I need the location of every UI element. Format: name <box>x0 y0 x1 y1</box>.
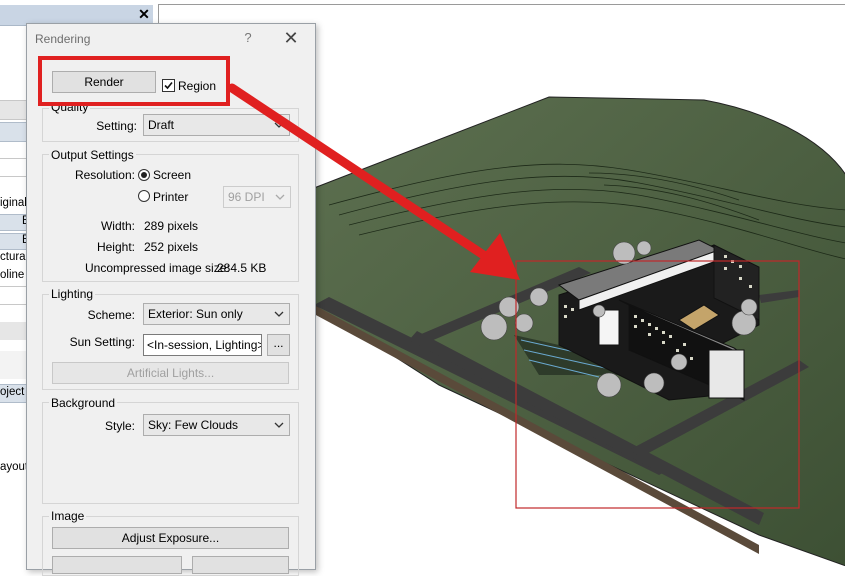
divider <box>0 176 28 177</box>
left-panel-text: ayout <box>0 461 29 473</box>
chevron-down-icon <box>274 422 284 428</box>
scheme-label: Scheme: <box>87 308 135 322</box>
background-style-value: Sky: Few Clouds <box>148 418 239 432</box>
project-tab-label: oject <box>0 386 25 398</box>
printer-label: Printer <box>153 190 189 204</box>
background-group-label: Background <box>49 396 118 410</box>
chevron-down-icon <box>274 122 284 128</box>
dialog-title: Rendering <box>35 32 91 46</box>
screen-label: Screen <box>153 168 192 182</box>
output-settings-group-label: Output Settings <box>49 148 136 162</box>
left-panel-close-icon[interactable]: ✕ <box>136 5 152 23</box>
background-style-select[interactable]: Sky: Few Clouds <box>143 414 290 436</box>
lighting-group-label: Lighting <box>49 287 96 301</box>
resolution-label: Resolution: <box>74 168 135 182</box>
left-panel-text: ctural <box>0 251 29 263</box>
height-label: Height: <box>96 240 135 254</box>
divider <box>0 304 28 305</box>
width-label: Width: <box>100 219 135 233</box>
left-panel-text: oline <box>0 269 25 281</box>
save-to-project-button[interactable] <box>52 556 182 574</box>
uncompressed-size-label: Uncompressed image size: <box>85 261 230 275</box>
style-label: Style: <box>104 419 135 433</box>
close-icon[interactable]: ✕ <box>281 28 301 48</box>
printer-radio[interactable] <box>138 190 150 202</box>
help-icon[interactable]: ? <box>241 30 255 45</box>
image-group-label: Image <box>49 509 87 523</box>
sun-setting-browse-button[interactable]: ... <box>267 334 290 356</box>
left-panel-text: iginal <box>0 197 27 209</box>
width-value: 289 pixels <box>144 219 199 233</box>
chevron-down-icon <box>275 194 285 200</box>
screen-radio[interactable] <box>138 169 150 181</box>
dpi-value: 96 DPI <box>228 190 265 204</box>
export-button[interactable] <box>192 556 289 574</box>
quality-setting-value: Draft <box>148 118 175 132</box>
uncompressed-size-value: 284.5 KB <box>217 261 267 275</box>
divider <box>0 158 28 159</box>
annotation-highlight-box <box>38 56 230 106</box>
height-value: 252 pixels <box>144 240 199 254</box>
divider <box>0 286 28 287</box>
lighting-scheme-value: Exterior: Sun only <box>148 307 243 321</box>
adjust-exposure-button[interactable]: Adjust Exposure... <box>52 527 289 549</box>
sun-setting-label: Sun Setting: <box>69 335 135 349</box>
lighting-scheme-select[interactable]: Exterior: Sun only <box>143 303 290 325</box>
artificial-lights-button: Artificial Lights... <box>52 362 289 384</box>
setting-label: Setting: <box>96 119 137 133</box>
sun-setting-field[interactable]: <In-session, Lighting> <box>143 334 262 356</box>
quality-setting-select[interactable]: Draft <box>143 114 290 136</box>
chevron-down-icon <box>274 311 284 317</box>
dpi-select: 96 DPI <box>223 186 291 208</box>
